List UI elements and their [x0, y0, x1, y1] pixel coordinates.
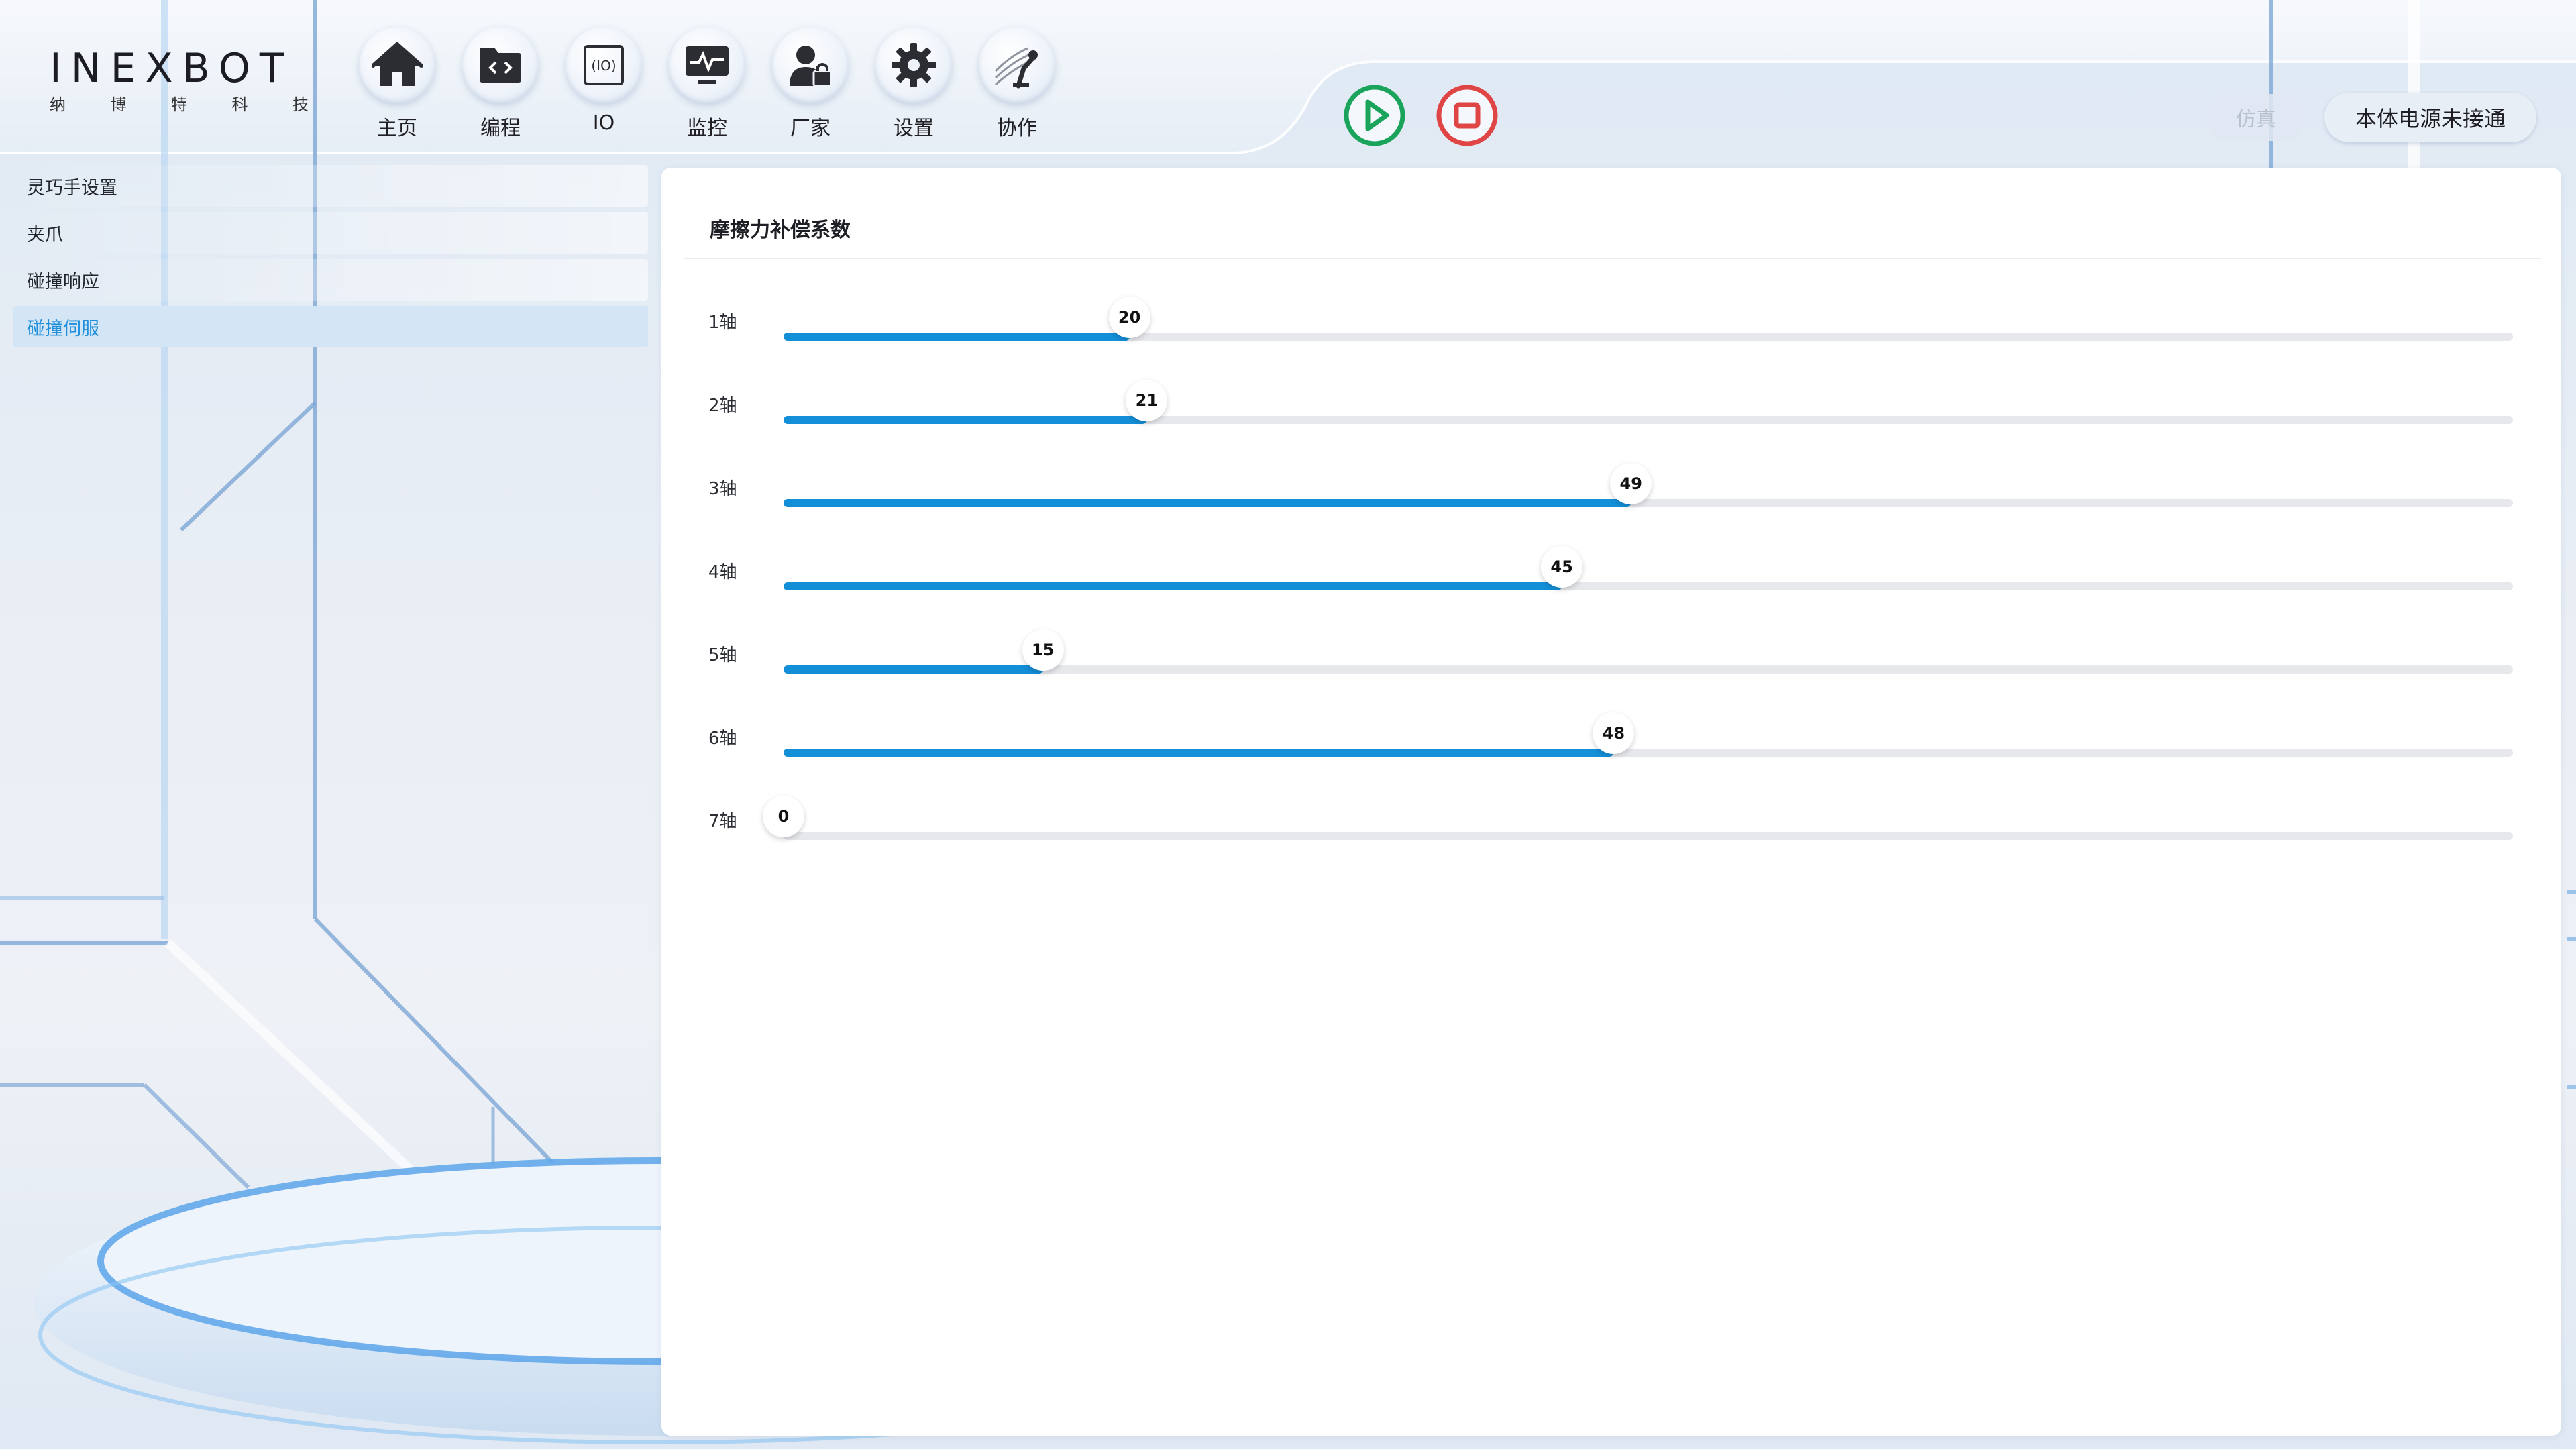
monitor-icon [669, 27, 745, 103]
axis-row: 5轴 15 [661, 629, 2561, 690]
collaboration-robot-icon [979, 27, 1055, 103]
axis-slider-fill [784, 416, 1147, 424]
power-status-button[interactable]: 本体电源未接通 [2324, 93, 2536, 142]
axis-row: 4轴 45 [661, 546, 2561, 606]
axis-row: 6轴 48 [661, 712, 2561, 773]
axis-slider-thumb[interactable]: 0 [763, 796, 804, 837]
nav-home-label: 主页 [377, 117, 417, 140]
axis-slider-fill [784, 333, 1130, 341]
axis-slider-thumb[interactable]: 21 [1126, 380, 1168, 421]
sidebar-item-dexterous-hand[interactable]: 灵巧手设置 [13, 165, 648, 207]
axis-slider-fill [784, 665, 1043, 674]
nav-manufacturer[interactable]: 厂家 [759, 27, 862, 141]
nav-io[interactable]: (IO) IO [552, 27, 655, 141]
gear-icon [875, 27, 952, 103]
axis-slider-thumb[interactable]: 49 [1610, 463, 1652, 504]
sidebar: 灵巧手设置 夹爪 碰撞响应 碰撞伺服 [13, 165, 648, 353]
axis-label: 1轴 [708, 313, 737, 333]
logo-sub-char: 技 [292, 95, 309, 114]
axis-row: 7轴 0 [661, 796, 2561, 856]
axis-slider-track[interactable]: 45 [784, 546, 2513, 590]
sidebar-item-collision-response[interactable]: 碰撞响应 [13, 259, 648, 301]
axis-slider-track[interactable]: 48 [784, 712, 2513, 757]
simulation-button[interactable]: 仿真 [2206, 94, 2306, 141]
nav-monitor-label: 监控 [687, 117, 727, 140]
axis-row: 2轴 21 [661, 380, 2561, 440]
nav-monitor[interactable]: 监控 [655, 27, 759, 141]
sidebar-item-collision-servo[interactable]: 碰撞伺服 [13, 306, 648, 347]
axis-slider-track[interactable]: 15 [784, 629, 2513, 674]
axis-row: 3轴 49 [661, 463, 2561, 523]
logo-sub-char: 科 [231, 95, 248, 114]
axis-slider-fill [784, 749, 1614, 757]
stop-button[interactable] [1435, 83, 1499, 148]
home-icon [359, 27, 435, 103]
nav-settings-label: 设置 [894, 117, 934, 140]
manufacturer-lock-icon [772, 27, 849, 103]
axis-row: 1轴 20 [661, 297, 2561, 357]
nav-home[interactable]: 主页 [345, 27, 449, 141]
nav-collaboration[interactable]: 协作 [965, 27, 1069, 141]
axis-slider-thumb[interactable]: 15 [1022, 629, 1064, 671]
nav-collaboration-label: 协作 [997, 117, 1037, 140]
logo-subtitle: 纳 博 特 科 技 [50, 91, 309, 115]
panel-title: 摩擦力补偿系数 [710, 219, 851, 242]
run-button[interactable] [1342, 83, 1407, 148]
axis-label: 2轴 [708, 396, 737, 416]
axis-slider-thumb[interactable]: 45 [1541, 546, 1583, 588]
axis-slider-track[interactable]: 0 [763, 796, 2513, 840]
axis-slider-thumb[interactable]: 48 [1593, 712, 1635, 754]
axis-slider-fill [784, 499, 1631, 507]
axis-label: 4轴 [708, 562, 737, 582]
brand-logo: INEXBOT 纳 博 特 科 技 [50, 48, 318, 115]
top-navigation: 主页 编程 (IO) IO 监控 厂家 设置 协作 [345, 27, 1069, 141]
axis-label: 5轴 [708, 645, 737, 665]
stop-icon [1436, 85, 1498, 146]
axis-label: 7轴 [708, 812, 737, 832]
main-panel: 摩擦力补偿系数 1轴 20 2轴 21 3轴 49 4轴 45 5轴 15 6轴 48 7轴 0 [661, 168, 2561, 1436]
svg-text:(IO): (IO) [591, 58, 616, 74]
logo-sub-char: 特 [171, 95, 187, 114]
axis-label: 6轴 [708, 729, 737, 749]
axis-slider-fill [784, 582, 1562, 590]
sidebar-item-gripper[interactable]: 夹爪 [13, 212, 648, 254]
play-icon [1344, 85, 1405, 146]
logo-text: INEXBOT [50, 45, 294, 92]
axis-slider-track[interactable]: 21 [784, 380, 2513, 424]
axis-label: 3轴 [708, 479, 737, 499]
io-icon: (IO) [566, 27, 642, 103]
nav-settings[interactable]: 设置 [862, 27, 965, 141]
nav-io-label: IO [592, 111, 615, 135]
program-folder-icon [462, 27, 539, 103]
nav-manufacturer-label: 厂家 [790, 117, 830, 140]
nav-program-label: 编程 [480, 117, 521, 140]
axis-slider-track[interactable]: 20 [784, 297, 2513, 341]
logo-sub-char: 博 [110, 95, 127, 114]
panel-divider [684, 258, 2541, 259]
axis-slider-track[interactable]: 49 [784, 463, 2513, 507]
logo-sub-char: 纳 [50, 95, 66, 114]
axis-slider-thumb[interactable]: 20 [1108, 297, 1150, 338]
nav-program[interactable]: 编程 [449, 27, 552, 141]
